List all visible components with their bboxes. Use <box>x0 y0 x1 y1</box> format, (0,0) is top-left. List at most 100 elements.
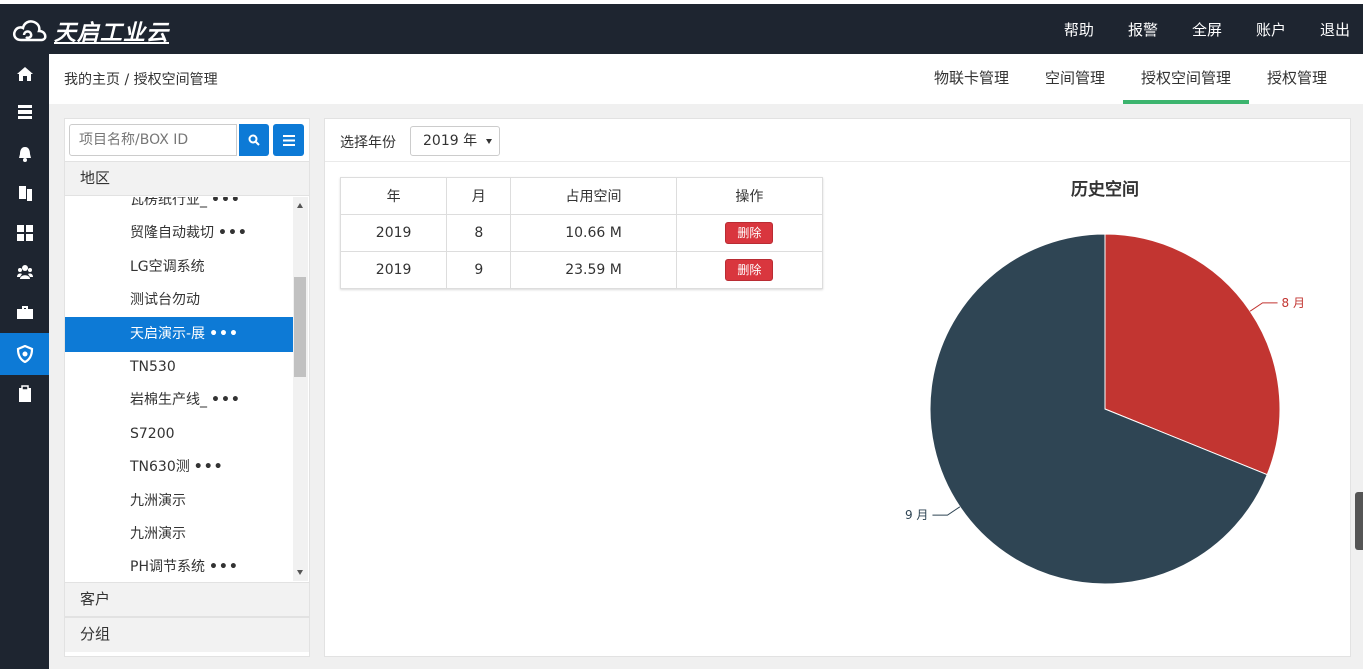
list-item-label: 瓦楞纸行业_ <box>130 197 207 208</box>
tree-scrollbar[interactable] <box>293 197 308 581</box>
search-button[interactable] <box>239 124 269 156</box>
main-panel: 选择年份 2019 年 年 月 占用空间 操作 2019 8 10.66 M 删… <box>324 118 1351 657</box>
more-icon[interactable]: ••• <box>218 225 248 241</box>
more-icon[interactable]: ••• <box>194 459 224 475</box>
breadcrumb: 我的主页 / 授权空间管理 <box>64 72 218 88</box>
alarm-link[interactable]: 报警 <box>1115 19 1171 40</box>
help-link[interactable]: 帮助 <box>1051 19 1107 40</box>
search-input[interactable] <box>69 124 237 156</box>
caret-down-icon <box>486 139 492 144</box>
list-item[interactable]: PH调节系统 ••• <box>65 551 293 581</box>
list-item-label: PH调节系统 <box>130 559 205 575</box>
year-label: 选择年份 <box>340 135 396 151</box>
home-icon <box>16 67 33 81</box>
sidebar-home[interactable] <box>0 54 49 94</box>
sidebar-copy[interactable] <box>0 173 49 213</box>
sidebar-briefcase[interactable] <box>0 292 49 332</box>
section-group[interactable]: 分组 <box>65 617 309 652</box>
scroll-up-icon[interactable] <box>297 203 303 208</box>
cloud-logo-icon <box>13 20 47 42</box>
sub-header: 我的主页 / 授权空间管理 物联卡管理 空间管理 授权空间管理 授权管理 <box>49 54 1363 104</box>
list-item[interactable]: 测试台勿动 <box>65 284 293 317</box>
space-table: 年 月 占用空间 操作 2019 8 10.66 M 删除 2019 9 23.… <box>339 177 824 289</box>
more-icon[interactable]: ••• <box>209 559 239 575</box>
sidebar-bell[interactable] <box>0 134 49 174</box>
tab-space[interactable]: 空间管理 <box>1027 54 1123 104</box>
tab-authorization[interactable]: 授权管理 <box>1249 54 1345 104</box>
search-row <box>69 124 304 156</box>
menu-icon <box>282 134 295 146</box>
tab-iot-card[interactable]: 物联卡管理 <box>916 54 1027 104</box>
pie-label-line <box>932 506 961 516</box>
icon-sidebar <box>0 54 49 669</box>
top-bar: 天启工业云 帮助 报警 全屏 账户 退出 <box>0 0 1363 54</box>
top-nav: 帮助 报警 全屏 账户 退出 <box>1043 4 1363 54</box>
logo-text: 天启工业云 <box>54 21 170 46</box>
account-link[interactable]: 账户 <box>1243 19 1299 40</box>
bell-icon <box>18 147 31 162</box>
history-space-chart: 历史空间 8 月 9 月 <box>905 179 1305 585</box>
logout-link[interactable]: 退出 <box>1307 19 1363 40</box>
list-item[interactable]: 瓦楞纸行业_ ••• <box>65 197 293 217</box>
tab-authorized-space[interactable]: 授权空间管理 <box>1122 54 1249 104</box>
table-row: 2019 9 23.59 M 删除 <box>339 251 824 289</box>
list-item[interactable]: 贸隆自动裁切 ••• <box>65 217 293 250</box>
cell-space: 23.59 M <box>510 251 677 289</box>
grid-icon <box>16 225 33 241</box>
pie-label-line <box>1249 302 1278 312</box>
year-filter-bar: 选择年份 2019 年 <box>325 119 1350 162</box>
list-item[interactable]: S7200 <box>65 418 293 451</box>
tab-bar: 物联卡管理 空间管理 授权空间管理 授权管理 <box>916 54 1345 104</box>
more-icon[interactable]: ••• <box>211 392 241 408</box>
clipboard-icon <box>18 385 31 402</box>
year-select[interactable]: 2019 年 <box>410 126 500 156</box>
cell-action: 删除 <box>675 251 824 289</box>
cell-month: 8 <box>446 214 512 252</box>
logo[interactable]: 天启工业云 <box>12 16 169 46</box>
delete-button[interactable]: 删除 <box>725 259 774 281</box>
list-item[interactable]: 九洲演示 <box>65 485 293 518</box>
shield-icon <box>16 345 33 363</box>
list-item[interactable]: 九洲演示 <box>65 518 293 551</box>
col-year: 年 <box>339 177 448 215</box>
sidebar-server[interactable] <box>0 92 49 132</box>
list-item-label: TN530 <box>130 359 176 375</box>
cell-action: 删除 <box>675 214 824 252</box>
list-item-selected[interactable]: 天启演示-展 ••• <box>65 317 293 352</box>
users-icon <box>16 265 33 279</box>
list-item[interactable]: TN530 <box>65 351 293 384</box>
list-item-label: S7200 <box>130 426 175 442</box>
table-header-row: 年 月 占用空间 操作 <box>339 177 824 215</box>
sidebar-grid[interactable] <box>0 213 49 253</box>
col-space: 占用空间 <box>510 177 677 215</box>
list-item-label: 九洲演示 <box>130 526 186 542</box>
list-item[interactable]: TN630测 ••• <box>65 451 293 484</box>
more-icon[interactable]: ••• <box>211 197 241 208</box>
sidebar-users[interactable] <box>0 252 49 292</box>
delete-button[interactable]: 删除 <box>725 222 774 244</box>
briefcase-icon <box>16 306 33 319</box>
menu-button[interactable] <box>273 124 304 156</box>
sidebar-clipboard[interactable] <box>0 374 49 414</box>
section-customer[interactable]: 客户 <box>65 582 309 617</box>
col-action: 操作 <box>675 177 824 215</box>
scroll-down-icon[interactable] <box>297 570 303 575</box>
floating-side-widget[interactable] <box>1355 492 1363 550</box>
section-region[interactable]: 地区 <box>65 161 309 196</box>
col-month: 月 <box>446 177 512 215</box>
list-item-label: 岩棉生产线_ <box>130 392 207 408</box>
year-select-value: 2019 年 <box>423 133 478 149</box>
sidebar-shield[interactable] <box>0 333 49 375</box>
list-item[interactable]: LG空调系统 <box>65 251 293 284</box>
cell-year: 2019 <box>339 214 448 252</box>
list-item-label: 测试台勿动 <box>130 292 200 308</box>
fullscreen-link[interactable]: 全屏 <box>1179 19 1235 40</box>
list-item-label: 九洲演示 <box>130 493 186 509</box>
table-row: 2019 8 10.66 M 删除 <box>339 214 824 252</box>
cell-month: 9 <box>446 251 512 289</box>
more-icon[interactable]: ••• <box>209 326 239 342</box>
list-item-label: TN630测 <box>130 459 190 475</box>
scroll-thumb[interactable] <box>294 277 306 377</box>
cell-space: 10.66 M <box>510 214 677 252</box>
list-item[interactable]: 岩棉生产线_ ••• <box>65 384 293 417</box>
